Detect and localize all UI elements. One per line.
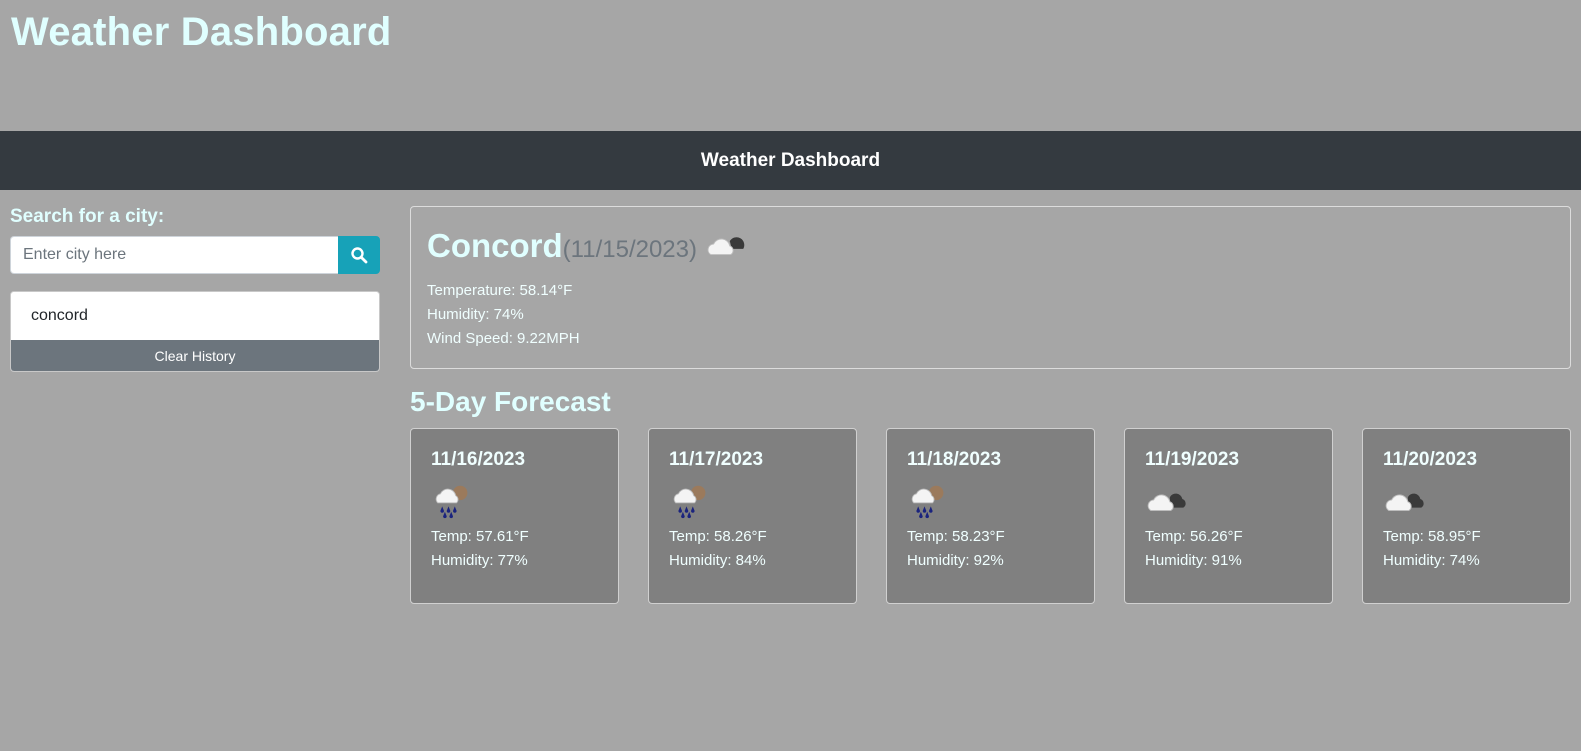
forecast-humidity: Humidity: 91%: [1145, 552, 1242, 569]
forecast-card: 11/20/2023 Temp: 58.95°F Humidity: 74%: [1362, 428, 1571, 604]
forecast-humidity: Humidity: 92%: [907, 552, 1004, 569]
forecast-row: 11/16/2023 Temp: 57.61°F Humidity: 77% 1…: [410, 428, 1573, 604]
current-humidity: Humidity: 74%: [427, 306, 524, 323]
forecast-humidity: Humidity: 77%: [431, 552, 528, 569]
forecast-card: 11/19/2023 Temp: 56.26°F Humidity: 91%: [1124, 428, 1333, 604]
search-label: Search for a city:: [10, 206, 165, 227]
rain-icon: [431, 483, 475, 519]
navbar-title: Weather Dashboard: [700, 149, 881, 171]
current-city: Concord: [427, 227, 563, 264]
current-wind-speed: Wind Speed: 9.22MPH: [427, 330, 580, 347]
forecast-card: 11/18/2023 Temp: 58.23°F Humidity: 92%: [886, 428, 1095, 604]
forecast-date: 11/20/2023: [1383, 449, 1478, 470]
current-stats: Temperature: 58.14°F Humidity: 74% Wind …: [427, 279, 1554, 351]
forecast-card: 11/17/2023 Temp: 58.26°F Humidity: 84%: [648, 428, 857, 604]
forecast-temp: Temp: 58.26°F: [669, 528, 767, 545]
current-weather-card: Concord (11/15/2023) Temperature: 58.14°…: [410, 206, 1571, 369]
search-button[interactable]: [338, 236, 380, 274]
current-title: Concord (11/15/2023): [427, 225, 1554, 265]
city-search-input[interactable]: [10, 236, 338, 274]
current-temperature: Temperature: 58.14°F: [427, 282, 573, 299]
forecast-humidity: Humidity: 84%: [669, 552, 766, 569]
forecast-temp: Temp: 57.61°F: [431, 528, 529, 545]
forecast-humidity: Humidity: 74%: [1383, 552, 1480, 569]
history-item[interactable]: concord: [11, 292, 379, 340]
forecast-temp: Temp: 58.95°F: [1383, 528, 1481, 545]
navbar: Weather Dashboard: [0, 131, 1581, 190]
search-icon: [351, 247, 368, 264]
forecast-card: 11/16/2023 Temp: 57.61°F Humidity: 77%: [410, 428, 619, 604]
search-history: concord Clear History: [10, 291, 380, 372]
forecast-date: 11/16/2023: [431, 449, 526, 470]
cloudy-icon: [1145, 483, 1191, 515]
forecast-date: 11/19/2023: [1145, 449, 1240, 470]
cloudy-night-icon: [703, 229, 749, 261]
sidebar: Search for a city: concord Clear History: [10, 206, 380, 372]
page-heading: Weather Dashboard: [11, 10, 392, 54]
forecast-temp: Temp: 56.26°F: [1145, 528, 1243, 545]
cloudy-icon: [1383, 483, 1429, 515]
forecast-date: 11/18/2023: [907, 449, 1002, 470]
forecast-temp: Temp: 58.23°F: [907, 528, 1005, 545]
search-group: [10, 236, 380, 274]
current-date: (11/15/2023): [562, 236, 697, 263]
rain-icon: [669, 483, 713, 519]
forecast-heading: 5-Day Forecast: [410, 386, 611, 417]
forecast-date: 11/17/2023: [669, 449, 764, 470]
clear-history-button[interactable]: Clear History: [11, 340, 379, 371]
rain-icon: [907, 483, 951, 519]
